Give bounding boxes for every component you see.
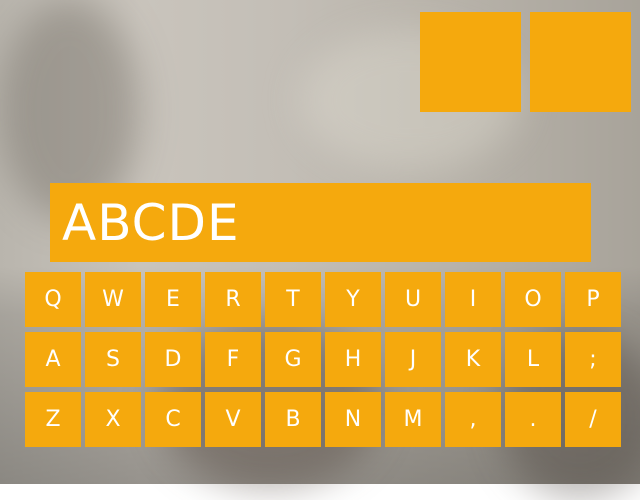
key-j[interactable]: J xyxy=(385,332,441,387)
key-x[interactable]: X xyxy=(85,392,141,447)
key-e[interactable]: E xyxy=(145,272,201,327)
key-semicolon[interactable]: ; xyxy=(565,332,621,387)
key-a[interactable]: A xyxy=(25,332,81,387)
typed-text-display: ABCDE xyxy=(50,183,591,262)
key-s[interactable]: S xyxy=(85,332,141,387)
key-h[interactable]: H xyxy=(325,332,381,387)
key-z[interactable]: Z xyxy=(25,392,81,447)
key-g[interactable]: G xyxy=(265,332,321,387)
key-y[interactable]: Y xyxy=(325,272,381,327)
key-w[interactable]: W xyxy=(85,272,141,327)
control-tile-left[interactable] xyxy=(420,12,521,112)
key-t[interactable]: T xyxy=(265,272,321,327)
control-tile-right[interactable] xyxy=(530,12,631,112)
typed-text: ABCDE xyxy=(62,193,240,252)
key-l[interactable]: L xyxy=(505,332,561,387)
key-i[interactable]: I xyxy=(445,272,501,327)
key-period[interactable]: . xyxy=(505,392,561,447)
key-k[interactable]: K xyxy=(445,332,501,387)
key-slash[interactable]: / xyxy=(565,392,621,447)
key-o[interactable]: O xyxy=(505,272,561,327)
virtual-keyboard: Q W E R T Y U I O P A S D F G H J K L ; … xyxy=(25,272,621,448)
key-q[interactable]: Q xyxy=(25,272,81,327)
key-v[interactable]: V xyxy=(205,392,261,447)
key-p[interactable]: P xyxy=(565,272,621,327)
key-c[interactable]: C xyxy=(145,392,201,447)
key-d[interactable]: D xyxy=(145,332,201,387)
key-m[interactable]: M xyxy=(385,392,441,447)
key-b[interactable]: B xyxy=(265,392,321,447)
key-n[interactable]: N xyxy=(325,392,381,447)
key-comma[interactable]: , xyxy=(445,392,501,447)
key-f[interactable]: F xyxy=(205,332,261,387)
key-u[interactable]: U xyxy=(385,272,441,327)
key-r[interactable]: R xyxy=(205,272,261,327)
